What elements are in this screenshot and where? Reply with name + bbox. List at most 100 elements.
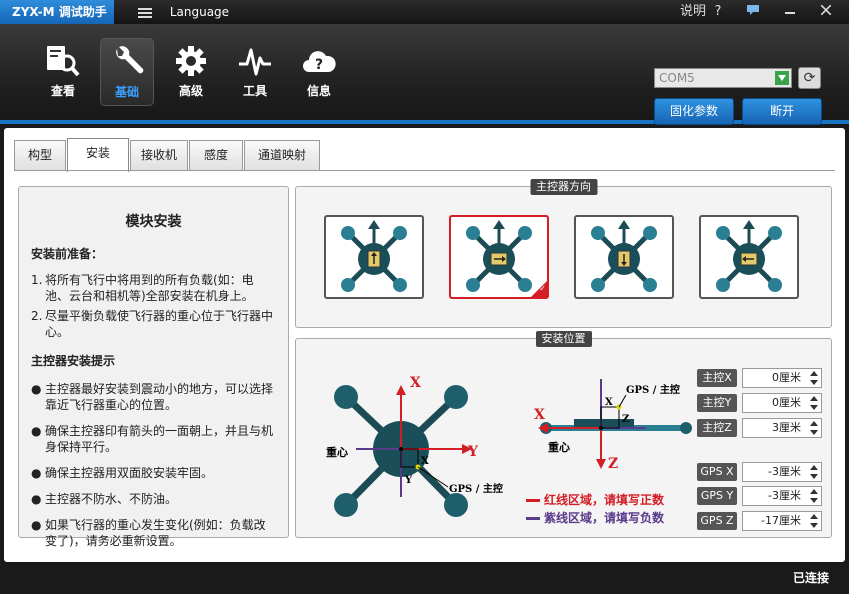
main-toolbar: 查看 基础 高级 工具 ? 信息 COM5 ⟳ 固化参数 断开 <box>0 24 849 125</box>
list-item: ● 确保主控器用双面胶安装牢固。 <box>31 466 214 480</box>
spin-icon[interactable] <box>809 371 819 385</box>
list-item: ● 主控器不防水、不防油。 <box>31 492 178 506</box>
tips-list: ● 主控器最好安装到震动小的地方，可以选择靠近飞行器重心的位置。 ● 确保主控器印有… <box>31 381 276 549</box>
com-port-value: COM5 <box>659 71 695 85</box>
list-item: ● 确保主控器印有箭头的一面朝上，并且与机身保持平行。 <box>31 424 274 454</box>
quadcopter-icon <box>341 220 407 292</box>
quadcopter-icon <box>466 220 532 292</box>
position-group: 安装位置 X Y X Y 重心 GPS / 主控 X Z X Z GPS / 主… <box>295 331 832 538</box>
nav-label: 高级 <box>178 84 203 98</box>
magnifier-doc-icon <box>47 46 80 77</box>
nav-label: 工具 <box>242 84 267 98</box>
nav-info[interactable]: ? 信息 <box>292 38 346 106</box>
list-item: 1. 将所有飞行中将用到的所有负载(如：电池、云台和相机等)全部安装在机身上。 <box>31 273 254 303</box>
gear-icon <box>176 46 206 76</box>
feedback-icon[interactable] <box>740 0 766 24</box>
orientation-option-forward[interactable] <box>324 215 424 299</box>
orientation-group: 主控器方向 <box>295 179 832 328</box>
nav-label: 基础 <box>114 85 139 99</box>
refresh-icon: ⟳ <box>803 70 816 86</box>
position-title: 安装位置 <box>535 331 592 347</box>
svg-text:重心: 重心 <box>548 440 570 454</box>
check-icon <box>531 281 547 297</box>
quadcopter-icon <box>716 220 782 292</box>
svg-text:GPS / 主控: GPS / 主控 <box>449 482 503 495</box>
spin-icon[interactable] <box>809 514 819 528</box>
svg-text:Z: Z <box>622 414 629 425</box>
top-view-diagram: X Y X Y 重心 GPS / 主控 <box>326 375 503 517</box>
list-item: ● 主控器最好安装到震动小的地方，可以选择靠近飞行器重心的位置。 <box>31 382 274 412</box>
nav-basic[interactable]: 基础 <box>100 38 154 106</box>
tab-frame[interactable]: 构型 <box>14 140 66 170</box>
help-link[interactable]: 说明 <box>680 0 706 24</box>
field-label: 主控Y <box>697 394 737 412</box>
gps-x-input[interactable]: -3厘米 <box>742 462 822 482</box>
orientation-option-left[interactable] <box>699 215 799 299</box>
gps-z-input[interactable]: -17厘米 <box>742 511 822 531</box>
svg-text:X: X <box>410 375 421 391</box>
app-title: ZYX-M 调试助手 <box>0 0 114 24</box>
nav-tools[interactable]: 工具 <box>228 38 282 106</box>
tab-channel-map[interactable]: 通道映射 <box>244 140 320 170</box>
chevron-down-icon <box>775 71 789 85</box>
nav-label: 查看 <box>50 84 75 98</box>
language-label: Language <box>169 5 230 19</box>
orientation-title: 主控器方向 <box>530 179 597 195</box>
mc-y-input[interactable]: 0厘米 <box>742 393 822 413</box>
svg-text:Z: Z <box>608 456 618 469</box>
instructions-panel: 模块安装 安装前准备： 1. 将所有飞行中将用到的所有负载(如：电池、云台和相机等… <box>18 186 289 548</box>
disconnect-button[interactable]: 断开 <box>742 98 822 125</box>
close-icon[interactable] <box>812 0 840 24</box>
legend-positive: 红线区域，请填写正数 <box>526 491 664 508</box>
minimize-icon[interactable] <box>776 0 804 24</box>
spin-icon[interactable] <box>809 465 819 479</box>
field-label: 主控Z <box>697 419 737 437</box>
legend-negative: 紫线区域，请填写负数 <box>526 509 664 526</box>
prep-list: 1. 将所有飞行中将用到的所有负载(如：电池、云台和相机等)全部安装在机身上。 2… <box>31 272 276 340</box>
mc-z-input[interactable]: 3厘米 <box>742 418 822 438</box>
orientation-option-right[interactable] <box>449 215 549 299</box>
tips-heading: 主控器安装提示 <box>31 354 116 368</box>
svg-text:X: X <box>421 456 429 467</box>
field-label: GPS Z <box>697 512 737 530</box>
mc-x-input[interactable]: 0厘米 <box>742 368 822 388</box>
tab-install[interactable]: 安装 <box>67 138 129 172</box>
side-view-diagram: X Z X Z GPS / 主控 重心 <box>534 379 692 469</box>
help-icon[interactable]: ? <box>708 0 728 24</box>
svg-text:X: X <box>534 407 545 423</box>
field-label: 主控X <box>697 369 737 387</box>
connection-status: 已连接 <box>792 571 829 585</box>
instructions-title: 模块安装 <box>125 214 182 230</box>
svg-text:?: ? <box>315 57 323 73</box>
tab-receiver[interactable]: 接收机 <box>130 140 188 170</box>
tab-divider <box>14 170 835 171</box>
svg-text:X: X <box>605 397 613 408</box>
info-cloud-icon: ? <box>303 51 336 73</box>
status-bar: 已连接 <box>0 566 849 594</box>
field-label: GPS Y <box>697 487 737 505</box>
spin-icon[interactable] <box>809 396 819 410</box>
pulse-icon <box>239 48 271 76</box>
menu-icon <box>138 6 152 20</box>
svg-text:重心: 重心 <box>326 445 348 459</box>
language-menu[interactable]: Language <box>138 0 229 24</box>
spin-icon[interactable] <box>809 489 819 503</box>
gps-y-input[interactable]: -3厘米 <box>742 486 822 506</box>
content-area: 构型 安装 接收机 感度 通道映射 模块安装 安装前准备： 1. 将所有飞行中将用… <box>4 128 845 562</box>
save-params-button[interactable]: 固化参数 <box>654 98 734 125</box>
com-port-select[interactable]: COM5 <box>654 68 792 88</box>
nav-view[interactable]: 查看 <box>36 38 90 106</box>
svg-text:Y: Y <box>404 475 413 486</box>
nav-label: 信息 <box>306 84 331 98</box>
field-label: GPS X <box>697 463 737 481</box>
quadcopter-icon <box>591 220 657 292</box>
spin-icon[interactable] <box>809 421 819 435</box>
title-bar: ZYX-M 调试助手 Language 说明 ? <box>0 0 849 24</box>
svg-text:Y: Y <box>467 444 479 460</box>
refresh-button[interactable]: ⟳ <box>798 67 821 89</box>
nav-advanced[interactable]: 高级 <box>164 38 218 106</box>
tab-sensitivity[interactable]: 感度 <box>189 140 243 170</box>
wrench-icon <box>116 46 144 74</box>
svg-text:GPS / 主控: GPS / 主控 <box>626 383 680 396</box>
orientation-option-backward[interactable] <box>574 215 674 299</box>
